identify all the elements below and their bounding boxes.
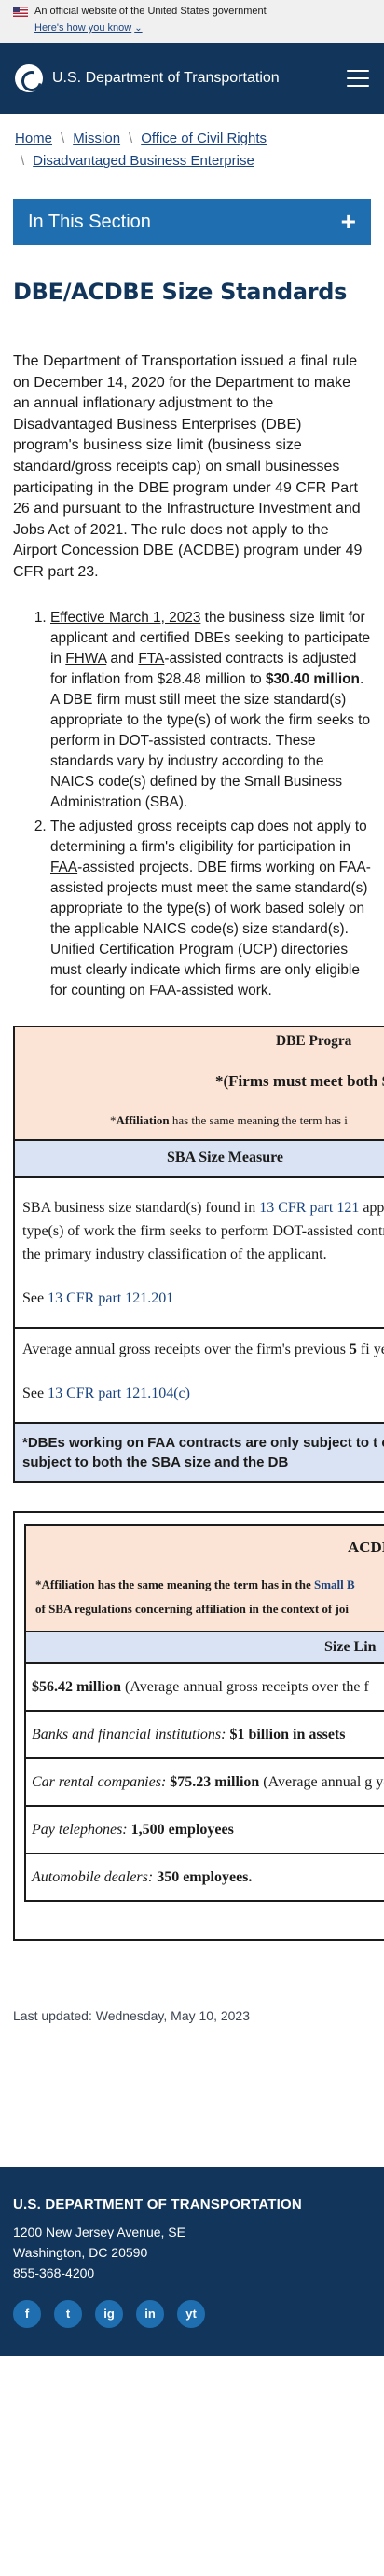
breadcrumb-home[interactable]: Home bbox=[15, 131, 52, 146]
dbe-table-scroll[interactable]: DBE Progra *(Firms must meet both S *Aff… bbox=[13, 1005, 384, 1483]
last-updated: Last updated: Wednesday, May 10, 2023 bbox=[13, 2007, 250, 2023]
us-flag-icon bbox=[13, 6, 28, 17]
intro-paragraph: The Department of Transportation issued … bbox=[13, 353, 363, 580]
dbe-table: DBE Progra *(Firms must meet both S *Aff… bbox=[13, 1025, 384, 1483]
breadcrumb: Home \ Mission \ Office of Civil Rights \ Dis… bbox=[0, 114, 384, 172]
footer-phone[interactable]: 855-368-4200 bbox=[13, 2263, 371, 2283]
site-header: U.S. Department of Transportation bbox=[0, 43, 384, 114]
agency-name: U.S. Department of Transportation bbox=[52, 70, 280, 86]
faa-link[interactable]: FAA bbox=[50, 860, 77, 875]
table-row: Banks and financial institutions: $1 bil… bbox=[26, 1712, 384, 1759]
gov-banner: An official website of the United States… bbox=[0, 0, 384, 43]
facebook-icon[interactable]: f bbox=[13, 2299, 41, 2328]
effective-date-link[interactable]: Effective March 1, 2023 bbox=[50, 610, 200, 626]
gov-banner-text: An official website of the United States… bbox=[34, 6, 267, 17]
table-row: Pay telephones: 1,500 employees bbox=[26, 1807, 384, 1854]
breadcrumb-separator: \ bbox=[129, 131, 133, 146]
sba-size-measure-header: SBA Size Measure bbox=[15, 1138, 384, 1178]
size-limit-amount: $30.40 million bbox=[265, 670, 360, 687]
list-item: Effective March 1, 2023 the business siz… bbox=[50, 608, 371, 813]
acdbe-table-scroll[interactable]: ACDBE P *Affiliation has the same meanin… bbox=[13, 1483, 384, 1941]
table-row: SBA business size standard(s) found in 1… bbox=[15, 1178, 384, 1329]
dbe-affiliation-note: *Affiliation has the same meaning the te… bbox=[110, 1112, 348, 1127]
breadcrumb-separator: \ bbox=[21, 153, 25, 169]
acdbe-table-title: ACDBE P bbox=[348, 1537, 384, 1556]
breadcrumb-dbe[interactable]: Disadvantaged Business Enterprise bbox=[33, 153, 254, 169]
cfr-121-104-link[interactable]: 13 CFR part 121.104(c) bbox=[48, 1385, 190, 1401]
chevron-down-icon: ⌄ bbox=[134, 22, 143, 34]
breadcrumb-separator: \ bbox=[61, 131, 65, 146]
breadcrumb-office-of-civil-rights[interactable]: Office of Civil Rights bbox=[141, 131, 267, 146]
heres-how-you-know-label: Here's how you know bbox=[34, 22, 132, 34]
home-logo-link[interactable]: U.S. Department of Transportation bbox=[15, 64, 280, 92]
acdbe-affiliation-note: *Affiliation has the same meaning the te… bbox=[35, 1577, 355, 1616]
table-row: Automobile dealers: 350 employees. bbox=[32, 1868, 253, 1885]
plus-icon: + bbox=[340, 207, 356, 236]
cfr-121-201-link[interactable]: 13 CFR part 121.201 bbox=[48, 1290, 173, 1306]
dbe-table-title: DBE Progra bbox=[276, 1032, 352, 1049]
page-title: DBE/ACDBE Size Standards bbox=[13, 279, 348, 305]
small-business-link[interactable]: Small B bbox=[314, 1577, 355, 1591]
table-row: $56.42 million (Average annual gross rec… bbox=[26, 1664, 384, 1712]
footer-org-name: U.S. DEPARTMENT OF TRANSPORTATION bbox=[13, 2196, 302, 2212]
dbe-table-header: DBE Progra *(Firms must meet both S *Aff… bbox=[15, 1026, 384, 1139]
acdbe-table-frame: ACDBE P *Affiliation has the same meanin… bbox=[13, 1510, 384, 1941]
cfr-121-link[interactable]: 13 CFR part 121 bbox=[259, 1200, 359, 1216]
table-row: Car rental companies: $75.23 million (Av… bbox=[26, 1759, 384, 1807]
menu-icon[interactable] bbox=[347, 70, 369, 87]
twitter-icon[interactable]: t bbox=[54, 2299, 82, 2328]
footer-address: 1200 New Jersey Avenue, SE Washington, D… bbox=[13, 2222, 371, 2283]
size-limit-header: Size Lin bbox=[26, 1630, 384, 1664]
heres-how-you-know-link[interactable]: Here's how you know ⌄ bbox=[34, 22, 371, 34]
instagram-icon[interactable]: ig bbox=[95, 2299, 123, 2328]
list-item: The adjusted gross receipts cap does not… bbox=[50, 817, 371, 1001]
social-links: f t ig in yt bbox=[13, 2299, 371, 2328]
dot-seal-icon bbox=[15, 64, 43, 92]
site-footer: U.S. DEPARTMENT OF TRANSPORTATION 1200 N… bbox=[0, 2166, 384, 2356]
acdbe-table: ACDBE P *Affiliation has the same meanin… bbox=[24, 1523, 384, 1902]
linkedin-icon[interactable]: in bbox=[136, 2299, 164, 2328]
table-row: Average annual gross receipts over the f… bbox=[15, 1329, 384, 1424]
dbe-table-subtitle: *(Firms must meet both S bbox=[215, 1071, 384, 1090]
in-this-section-label: In This Section bbox=[28, 211, 151, 232]
in-this-section-toggle[interactable]: In This Section + bbox=[13, 199, 371, 245]
acdbe-table-header: ACDBE P *Affiliation has the same meanin… bbox=[26, 1525, 384, 1631]
fta-link[interactable]: FTA bbox=[138, 651, 164, 667]
dbe-table-footnote: *DBEs working on FAA contracts are only … bbox=[15, 1423, 384, 1481]
fhwa-link[interactable]: FHWA bbox=[65, 651, 106, 667]
youtube-icon[interactable]: yt bbox=[177, 2299, 205, 2328]
rules-list: Effective March 1, 2023 the business siz… bbox=[0, 584, 384, 1001]
breadcrumb-mission[interactable]: Mission bbox=[73, 131, 120, 146]
